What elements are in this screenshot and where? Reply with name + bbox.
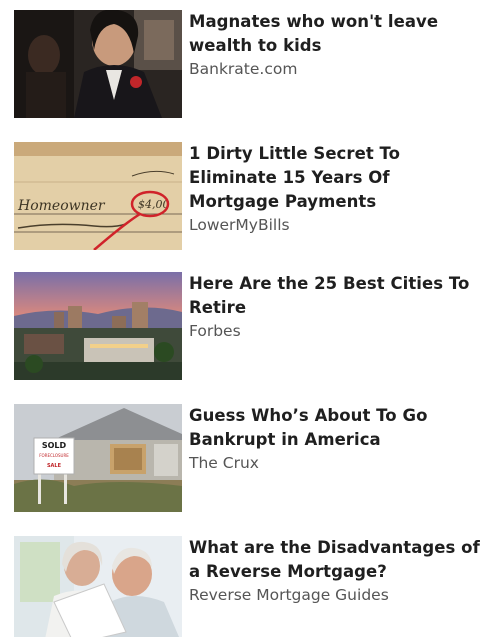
feed-item-source: LowerMyBills bbox=[189, 216, 290, 234]
feed-item-text: 1 Dirty Little Secret To Eliminate 15 Ye… bbox=[189, 142, 484, 236]
man-in-suit-photo-icon[interactable] bbox=[14, 10, 182, 118]
feed-item-source: The Crux bbox=[189, 454, 259, 472]
sign-sold-text: SOLD bbox=[42, 441, 67, 450]
sign-sale-text: SALE bbox=[47, 463, 62, 469]
feed-item-headline[interactable]: Here Are the 25 Best Cities To Retire bbox=[189, 272, 484, 320]
feed-item-headline[interactable]: What are the Disadvantages of a Reverse … bbox=[189, 536, 484, 584]
elderly-couple-photo-icon[interactable] bbox=[14, 536, 182, 637]
feed-item-source: Bankrate.com bbox=[189, 60, 298, 78]
feed-item-headline[interactable]: Guess Who’s About To Go Bankrupt in Amer… bbox=[189, 404, 484, 452]
check-amount-text: $4,00 bbox=[138, 198, 170, 211]
sign-foreclosure-text: FORECLOSURE bbox=[39, 453, 69, 458]
feed-item-best-cities[interactable]: Here Are the 25 Best Cities To Retire Fo… bbox=[14, 272, 484, 382]
check-payee-text: Homeowner bbox=[17, 198, 106, 214]
feed-item-source: Forbes bbox=[189, 322, 241, 340]
handwritten-check-photo-icon[interactable]: Homeowner $4,00 bbox=[14, 142, 182, 250]
feed-item-source: Reverse Mortgage Guides bbox=[189, 586, 389, 604]
city-skyline-photo-icon[interactable] bbox=[14, 272, 182, 380]
sponsored-content-feed: Magnates who won't leave wealth to kids … bbox=[0, 0, 491, 637]
feed-item-text: Here Are the 25 Best Cities To Retire Fo… bbox=[189, 272, 484, 342]
feed-item-headline[interactable]: Magnates who won't leave wealth to kids bbox=[189, 10, 484, 58]
feed-item-text: Magnates who won't leave wealth to kids … bbox=[189, 10, 484, 80]
feed-item-bankrupt[interactable]: SOLD FORECLOSURE SALE Guess Who’s About … bbox=[14, 404, 484, 514]
foreclosed-house-photo-icon[interactable]: SOLD FORECLOSURE SALE bbox=[14, 404, 182, 512]
feed-item-text: Guess Who’s About To Go Bankrupt in Amer… bbox=[189, 404, 484, 474]
feed-item-text: What are the Disadvantages of a Reverse … bbox=[189, 536, 484, 606]
feed-item-reverse-mortgage[interactable]: What are the Disadvantages of a Reverse … bbox=[14, 536, 484, 637]
feed-item-magnates[interactable]: Magnates who won't leave wealth to kids … bbox=[14, 10, 484, 120]
feed-item-mortgage-secret[interactable]: Homeowner $4,00 1 Dirty Little Secret To… bbox=[14, 142, 484, 252]
feed-item-headline[interactable]: 1 Dirty Little Secret To Eliminate 15 Ye… bbox=[189, 142, 484, 214]
